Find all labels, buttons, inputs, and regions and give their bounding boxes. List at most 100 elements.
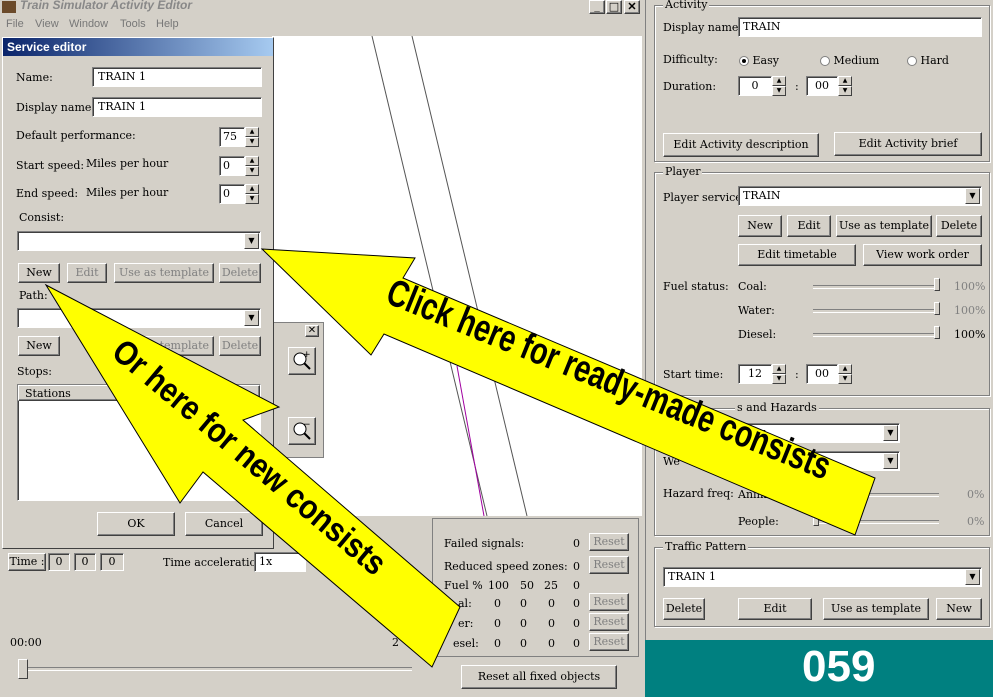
difficulty-hard-radio[interactable]: Hard bbox=[907, 54, 949, 67]
traffic-pattern-dropdown[interactable]: TRAIN 1 ▼ bbox=[663, 567, 982, 587]
spin-down-icon[interactable]: ▼ bbox=[245, 194, 259, 204]
diesel-row-val: 0 bbox=[573, 637, 580, 650]
time-acceleration-input[interactable]: 1x bbox=[254, 552, 306, 572]
stations-column-header[interactable]: Stations bbox=[18, 385, 260, 401]
water-row-val: 0 bbox=[520, 617, 527, 630]
spin-down-icon[interactable]: ▼ bbox=[838, 86, 852, 96]
time-seconds[interactable]: 0 bbox=[100, 553, 124, 571]
people-slider-thumb[interactable] bbox=[813, 513, 819, 526]
path-dropdown[interactable]: ▼ bbox=[17, 308, 261, 328]
path-new-button[interactable]: New bbox=[18, 336, 60, 356]
menu-view[interactable]: View bbox=[35, 18, 59, 30]
start-minutes-spinner[interactable]: 00 ▲ ▼ bbox=[806, 364, 852, 384]
failed-signals-value: 0 bbox=[573, 537, 580, 550]
coal-slider-thumb[interactable] bbox=[934, 278, 940, 291]
water-reset-button[interactable]: Reset bbox=[589, 613, 629, 631]
edit-activity-description-button[interactable]: Edit Activity description bbox=[663, 133, 819, 157]
season-dropdown[interactable]: mer ▼ bbox=[738, 423, 900, 443]
name-input[interactable]: TRAIN 1 bbox=[92, 67, 262, 87]
svg-text:+: + bbox=[303, 350, 311, 360]
traffic-template-button[interactable]: Use as template bbox=[823, 598, 929, 620]
chevron-down-icon[interactable]: ▼ bbox=[965, 569, 980, 585]
traffic-edit-button[interactable]: Edit bbox=[738, 598, 812, 620]
cancel-button[interactable]: Cancel bbox=[185, 512, 263, 536]
toolbox-close-button[interactable]: ✕ bbox=[305, 325, 319, 337]
diesel-reset-button[interactable]: Reset bbox=[589, 633, 629, 651]
spin-up-icon[interactable]: ▲ bbox=[838, 364, 852, 374]
duration-minutes-value: 00 bbox=[815, 79, 829, 92]
consist-edit-button[interactable]: Edit bbox=[67, 263, 107, 283]
display-name-input[interactable]: TRAIN 1 bbox=[92, 97, 262, 117]
coal-reset-button[interactable]: Reset bbox=[589, 593, 629, 611]
player-new-button[interactable]: New bbox=[738, 215, 782, 237]
path-template-button[interactable]: Use as template bbox=[114, 336, 214, 356]
failed-signals-reset-button[interactable]: Reset bbox=[589, 533, 629, 551]
chevron-down-icon[interactable]: ▼ bbox=[883, 425, 898, 441]
difficulty-easy-radio[interactable]: Easy bbox=[739, 54, 779, 67]
menu-tools[interactable]: Tools bbox=[120, 18, 146, 30]
reduced-speed-reset-button[interactable]: Reset bbox=[589, 556, 629, 574]
spin-down-icon[interactable]: ▼ bbox=[772, 374, 786, 384]
ok-button[interactable]: OK bbox=[97, 512, 175, 536]
path-delete-button[interactable]: Delete bbox=[219, 336, 261, 356]
spin-up-icon[interactable]: ▲ bbox=[838, 76, 852, 86]
chevron-down-icon[interactable]: ▼ bbox=[883, 453, 898, 469]
time-minutes[interactable]: 0 bbox=[74, 553, 96, 571]
time-button[interactable]: Time : bbox=[8, 553, 46, 571]
traffic-delete-button[interactable]: Delete bbox=[663, 598, 705, 620]
consist-template-button[interactable]: Use as template bbox=[114, 263, 214, 283]
reset-all-fixed-objects-button[interactable]: Reset all fixed objects bbox=[461, 665, 617, 689]
player-edit-button[interactable]: Edit bbox=[787, 215, 831, 237]
zoom-in-button[interactable]: + bbox=[288, 347, 316, 375]
weather-dropdown[interactable]: ▼ bbox=[738, 451, 900, 471]
consist-new-button[interactable]: New bbox=[18, 263, 60, 283]
end-speed-spinner[interactable]: 0 ▲ ▼ bbox=[219, 184, 259, 204]
chevron-down-icon[interactable]: ▼ bbox=[965, 188, 980, 204]
edit-activity-brief-button[interactable]: Edit Activity brief bbox=[834, 132, 982, 156]
diesel-slider-thumb[interactable] bbox=[934, 326, 940, 339]
spin-down-icon[interactable]: ▼ bbox=[245, 137, 259, 147]
activity-display-name-input[interactable]: TRAIN bbox=[738, 17, 982, 37]
duration-minutes-spinner[interactable]: 00 ▲ ▼ bbox=[806, 76, 852, 96]
traffic-new-button[interactable]: New bbox=[936, 598, 982, 620]
consist-dropdown[interactable]: ▼ bbox=[17, 231, 261, 251]
chevron-down-icon[interactable]: ▼ bbox=[244, 233, 259, 249]
minimize-button[interactable]: _ bbox=[589, 0, 605, 14]
spin-up-icon[interactable]: ▲ bbox=[772, 364, 786, 374]
timeline-slider-thumb[interactable] bbox=[18, 659, 28, 679]
time-hours[interactable]: 0 bbox=[48, 553, 70, 571]
coal-row-label: al: bbox=[458, 597, 472, 610]
diesel-row-val: 0 bbox=[520, 637, 527, 650]
app-icon bbox=[2, 1, 16, 13]
spin-up-icon[interactable]: ▲ bbox=[245, 184, 259, 194]
stops-list[interactable]: Stations bbox=[17, 384, 261, 501]
water-slider-thumb[interactable] bbox=[934, 302, 940, 315]
duration-hours-spinner[interactable]: 0 ▲ ▼ bbox=[738, 76, 786, 96]
player-service-dropdown[interactable]: TRAIN ▼ bbox=[738, 186, 982, 206]
menu-help[interactable]: Help bbox=[156, 18, 179, 30]
consist-delete-button[interactable]: Delete bbox=[219, 263, 261, 283]
default-performance-spinner[interactable]: 75 ▲ ▼ bbox=[219, 127, 259, 147]
difficulty-medium-radio[interactable]: Medium bbox=[820, 54, 879, 67]
edit-timetable-button[interactable]: Edit timetable bbox=[738, 244, 856, 266]
start-speed-spinner[interactable]: 0 ▲ ▼ bbox=[219, 156, 259, 176]
spin-up-icon[interactable]: ▲ bbox=[245, 127, 259, 137]
player-delete-button[interactable]: Delete bbox=[936, 215, 982, 237]
spin-down-icon[interactable]: ▼ bbox=[245, 166, 259, 176]
maximize-button[interactable]: □ bbox=[606, 0, 622, 14]
menu-file[interactable]: File bbox=[6, 18, 24, 30]
menu-window[interactable]: Window bbox=[69, 18, 108, 30]
spin-down-icon[interactable]: ▼ bbox=[838, 374, 852, 384]
spin-down-icon[interactable]: ▼ bbox=[772, 86, 786, 96]
close-button[interactable]: ✕ bbox=[624, 0, 640, 14]
zoom-out-button[interactable]: − bbox=[288, 417, 316, 445]
route-map[interactable] bbox=[272, 35, 642, 517]
default-performance-value: 75 bbox=[223, 130, 237, 143]
start-hours-spinner[interactable]: 12 ▲ ▼ bbox=[738, 364, 786, 384]
spin-up-icon[interactable]: ▲ bbox=[772, 76, 786, 86]
radio-icon bbox=[907, 56, 917, 66]
view-work-order-button[interactable]: View work order bbox=[863, 244, 982, 266]
spin-up-icon[interactable]: ▲ bbox=[245, 156, 259, 166]
player-template-button[interactable]: Use as template bbox=[836, 215, 932, 237]
chevron-down-icon[interactable]: ▼ bbox=[244, 310, 259, 326]
